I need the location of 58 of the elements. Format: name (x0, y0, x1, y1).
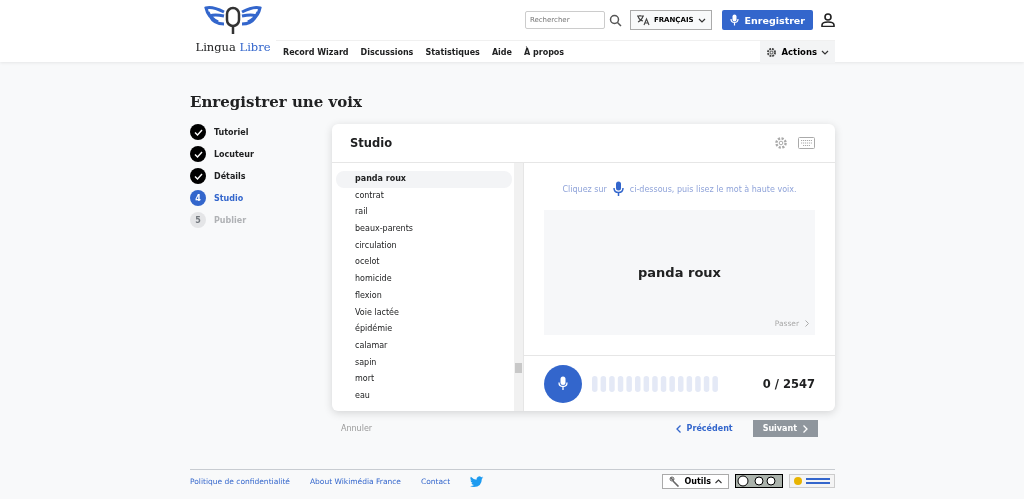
instruction-text: ci-dessous, puis lisez le mot à haute voix. (629, 184, 797, 194)
user-icon[interactable] (821, 13, 835, 27)
word-list-item[interactable]: Voie lactée (336, 304, 512, 322)
gear-icon (766, 46, 778, 58)
microphone-icon (612, 181, 624, 197)
current-word: panda roux (638, 265, 721, 280)
word-list-item[interactable]: rail (336, 204, 512, 222)
word-list-item[interactable]: beaux-parents (336, 221, 512, 238)
instruction-text: Cliquez sur (562, 184, 607, 194)
step-label: Publier (214, 215, 247, 225)
nav-link[interactable]: Aide (491, 47, 512, 57)
translate-icon (635, 14, 650, 26)
caret-up-icon (715, 478, 722, 484)
word-list-item[interactable]: contrat (336, 187, 512, 205)
step-indicator: 4 (190, 190, 206, 206)
word-list-item[interactable]: circulation (336, 237, 512, 255)
mediawiki-badge-icon[interactable] (789, 474, 835, 488)
microphone-icon (729, 14, 739, 26)
step-indicator: 5 (190, 212, 206, 228)
previous-button[interactable]: Précédent (669, 423, 739, 434)
chevron-right-icon (803, 424, 808, 433)
word-list-item[interactable]: épidémie (336, 321, 512, 338)
nav-link[interactable]: Record Wizard (283, 47, 349, 57)
step-label: Studio (214, 193, 244, 203)
nav-link[interactable]: À propos (524, 47, 565, 57)
word-list-item[interactable]: flexion (336, 287, 512, 305)
chevron-left-icon (675, 424, 681, 433)
tools-button[interactable]: Outils (662, 473, 729, 489)
bird-icon[interactable] (470, 475, 485, 487)
card-title: Studio (350, 136, 393, 150)
word-list-item[interactable]: eau (336, 387, 512, 405)
nav-link[interactable]: Discussions (360, 47, 414, 57)
word-list-item[interactable]: calamar (336, 337, 512, 355)
record-button[interactable] (544, 364, 582, 403)
word-list-item[interactable]: panda roux (336, 171, 512, 188)
step-label: Détails (214, 171, 246, 181)
logo-text[interactable]: Lingua (195, 40, 236, 54)
license-badge-icon[interactable] (735, 474, 783, 488)
search-icon[interactable] (608, 13, 622, 27)
microphone-icon (558, 376, 568, 391)
word-list-item[interactable]: homicide (336, 271, 512, 288)
step-label: Tutoriel (214, 127, 249, 137)
record-button[interactable]: Enregistrer (721, 10, 813, 30)
chevron-right-icon (805, 320, 809, 327)
step-label: Locuteur (214, 149, 254, 159)
word-list-item[interactable]: mort (336, 371, 512, 388)
wrench-icon (669, 475, 681, 487)
scrollbar[interactable] (514, 163, 523, 411)
nav-link[interactable]: Statistiques (425, 47, 480, 57)
progress-counter: 0 / 2547 (762, 376, 815, 391)
word-list-item[interactable]: sapin (336, 354, 512, 372)
page-title: Enregistrer une voix (190, 93, 363, 111)
caret-icon (697, 17, 706, 23)
actions-menu-button[interactable]: Actions (760, 41, 835, 63)
winged-microphone-logo-icon[interactable] (202, 4, 264, 34)
caret-icon (821, 49, 829, 55)
word-list-item[interactable]: ocelot (336, 254, 512, 272)
logo-text[interactable]: Libre (239, 40, 271, 54)
